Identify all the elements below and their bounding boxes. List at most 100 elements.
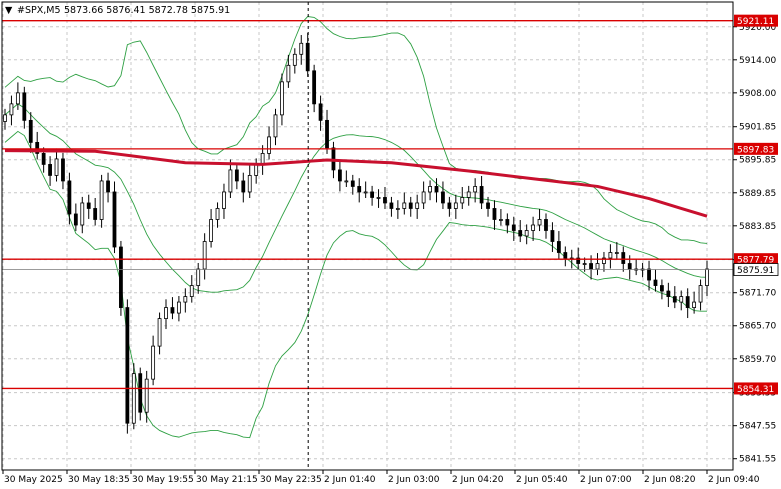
candle-body	[234, 169, 239, 182]
candle-body	[511, 224, 516, 231]
candle-body	[151, 345, 156, 380]
y-tick-label: 5895.85	[739, 156, 776, 166]
candle-body	[15, 92, 20, 105]
x-tick-label: 2 Jun 07:00	[580, 475, 632, 485]
candle-body	[112, 191, 117, 248]
level-tag-label: 5921.11	[737, 17, 774, 27]
candle-body	[499, 219, 503, 221]
price-axis[interactable]: 5920.005914.005908.005901.855895.855889.…	[733, 23, 776, 465]
candle-body	[434, 186, 439, 193]
candle-body	[28, 119, 33, 143]
candle-body	[608, 252, 613, 259]
candle-body	[370, 191, 375, 198]
candle-body	[176, 301, 181, 314]
candle-body	[350, 180, 355, 187]
candle-body	[196, 268, 201, 286]
candle-body	[692, 301, 697, 308]
header: ▼ #SPX,M5 5873.66 5876.41 5872.78 5875.9…	[5, 5, 230, 16]
y-tick-label: 5901.85	[739, 123, 776, 133]
x-tick-label: 30 May 19:55	[132, 475, 194, 485]
candle-body	[376, 197, 381, 199]
ohlc-readout: 5873.66 5876.41 5872.78 5875.91	[64, 5, 230, 16]
candle-body	[157, 318, 162, 347]
candle-body	[299, 42, 304, 55]
candle-body	[131, 373, 136, 424]
candle-body	[441, 191, 445, 204]
candle-body	[415, 202, 420, 209]
x-tick-label: 30 May 2025	[4, 475, 63, 485]
level-tag-label: 5897.83	[737, 145, 774, 155]
x-tick-label: 2 Jun 04:20	[452, 475, 504, 485]
candle-body	[344, 180, 349, 183]
candle-body	[273, 114, 278, 138]
candle-body	[363, 191, 368, 194]
candle-body	[170, 307, 175, 314]
time-axis[interactable]: 30 May 2025 30 May 18:35 30 May 19:55 30 Ma…	[2, 470, 760, 485]
candle-body	[325, 119, 329, 149]
candle-body	[589, 263, 593, 270]
candle-body	[582, 263, 587, 265]
chart-window: 5920.00 5914.00 5908.00 5901.85 5895.85 5889.…	[0, 0, 781, 489]
candle-body	[550, 230, 555, 242]
candle-body	[660, 285, 664, 292]
candle-body	[653, 279, 658, 286]
candle-body	[453, 202, 458, 209]
y-tick-label: 5914.00	[739, 56, 776, 66]
candle-body	[267, 136, 271, 154]
candle-body	[698, 285, 703, 303]
candle-body	[402, 202, 407, 209]
x-tick-label: 2 Jun 09:40	[708, 475, 760, 485]
dropdown-arrow-icon[interactable]: ▼	[5, 5, 13, 16]
candle-body	[408, 202, 413, 209]
level-tag-label: 5854.31	[737, 385, 774, 395]
y-tick-label: 5841.55	[739, 455, 776, 465]
candle-body	[486, 202, 490, 209]
candle-body	[61, 158, 65, 182]
candle-body	[189, 285, 194, 297]
price-chart[interactable]: 5920.005914.005908.005901.855895.855889.…	[0, 0, 781, 489]
symbol-label: #SPX,M5	[17, 5, 61, 16]
candle-body	[9, 103, 14, 116]
candle-body	[595, 263, 600, 270]
candle-body	[395, 208, 400, 210]
candle-body	[447, 202, 452, 209]
candle-body	[531, 224, 536, 231]
candle-body	[383, 197, 387, 204]
x-tick-label: 2 Jun 03:00	[388, 475, 440, 485]
candle-body	[460, 197, 465, 204]
candle-body	[473, 186, 478, 193]
candle-body	[318, 103, 323, 121]
bollinger-bands	[4, 16, 708, 439]
candle-body	[357, 186, 362, 193]
candle-body	[544, 219, 548, 231]
candle-body	[666, 290, 671, 297]
candle-body	[705, 268, 709, 286]
candle-body	[228, 169, 233, 193]
candle-body	[312, 70, 317, 105]
candle-body	[254, 164, 259, 176]
candle-body	[492, 208, 497, 220]
candle-body	[241, 180, 246, 193]
candle-body	[209, 219, 213, 242]
x-tick-label: 2 Jun 05:40	[516, 475, 568, 485]
candle-body	[556, 241, 561, 253]
price-tags: 5921.115897.835877.795854.315875.91	[733, 14, 779, 395]
band-middle	[4, 103, 708, 293]
y-tick-label: 5908.00	[739, 89, 776, 99]
candle-body	[86, 202, 91, 209]
y-tick-label: 5859.70	[739, 355, 776, 365]
candle-body	[685, 296, 690, 308]
current-price-label: 5875.91	[737, 266, 774, 276]
candle-body	[247, 175, 252, 193]
moving-average	[4, 149, 708, 218]
x-tick-label: 30 May 22:35	[260, 475, 322, 485]
candle-body	[421, 191, 426, 204]
candle-body	[292, 53, 297, 66]
candle-body	[280, 81, 284, 116]
x-tick-label: 30 May 18:35	[68, 475, 130, 485]
candle-body	[679, 296, 684, 303]
candle-body	[563, 252, 568, 259]
x-tick-label: 30 May 21:15	[196, 475, 258, 485]
candle-body	[260, 153, 265, 165]
candle-body	[3, 114, 7, 122]
